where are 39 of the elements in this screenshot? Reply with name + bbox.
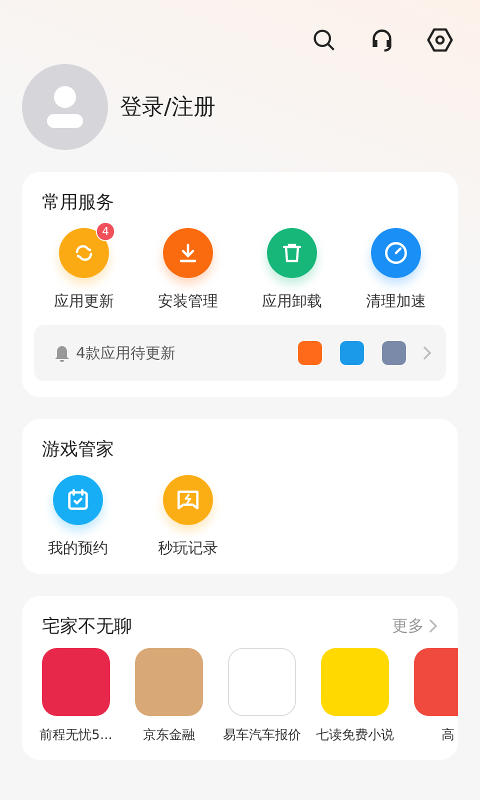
chevron-right-icon bbox=[422, 345, 432, 361]
settings-icon bbox=[426, 26, 454, 54]
bell-icon bbox=[54, 344, 70, 362]
service-label: 应用更新 bbox=[54, 292, 114, 311]
app-icon bbox=[298, 341, 322, 365]
game-tool-button[interactable] bbox=[53, 475, 103, 525]
game-tool-button[interactable] bbox=[163, 475, 213, 525]
service-button[interactable] bbox=[267, 228, 317, 278]
settings-button[interactable] bbox=[426, 26, 454, 54]
app-name: 高 bbox=[442, 727, 454, 744]
login-link[interactable]: 登录/注册 bbox=[120, 92, 216, 122]
app-name: 易车汽车报价 bbox=[223, 727, 301, 744]
app-icon[interactable] bbox=[135, 648, 203, 716]
section-title: 宅家不无聊 bbox=[42, 615, 132, 638]
service-label: 应用卸载 bbox=[262, 292, 322, 311]
calendar-icon bbox=[65, 487, 91, 513]
app-name: 前程无忧5... bbox=[40, 727, 112, 744]
service-button[interactable] bbox=[371, 228, 421, 278]
user-icon bbox=[45, 85, 85, 129]
service-label: 清理加速 bbox=[366, 292, 426, 311]
update-notice[interactable]: 4款应用待更新 bbox=[34, 325, 446, 381]
trash-icon bbox=[280, 241, 304, 265]
service-button[interactable] bbox=[59, 228, 109, 278]
service-button[interactable] bbox=[163, 228, 213, 278]
section-title: 常用服务 bbox=[42, 192, 114, 213]
search-icon bbox=[311, 27, 337, 53]
notice-text: 4款应用待更新 bbox=[76, 344, 177, 362]
app-name: 七读免费小说 bbox=[316, 727, 394, 744]
section-title: 游戏管家 bbox=[42, 439, 114, 460]
gauge-icon bbox=[383, 240, 409, 266]
app-icon[interactable] bbox=[42, 648, 110, 716]
game-tool-label: 秒玩记录 bbox=[158, 539, 218, 558]
app-icon bbox=[340, 341, 364, 365]
game-tool-label: 我的预约 bbox=[48, 539, 108, 558]
app-icon bbox=[382, 341, 406, 365]
app-name: 京东金融 bbox=[143, 727, 195, 744]
chevron-right-icon bbox=[428, 618, 438, 634]
service-label: 安装管理 bbox=[158, 292, 218, 311]
count-badge: 4 bbox=[96, 222, 115, 241]
